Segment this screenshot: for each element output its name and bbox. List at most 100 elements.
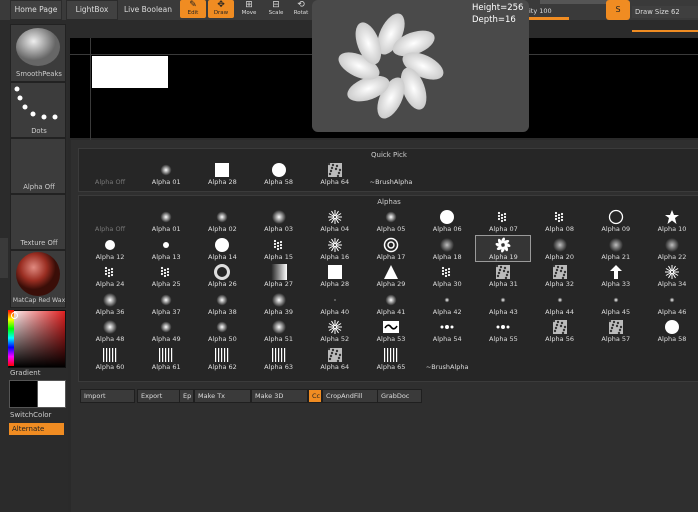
alpha-cell[interactable]: Alpha 64 <box>308 161 362 186</box>
alpha-cell[interactable]: Alpha 06 <box>420 208 474 233</box>
alpha-cell[interactable]: Alpha 53 <box>364 318 418 343</box>
alpha-cell[interactable]: Alpha 62 <box>195 346 249 371</box>
alpha-cell[interactable]: Alpha 58 <box>645 318 698 343</box>
alpha-cell[interactable]: Alpha 63 <box>252 346 306 371</box>
alpha-cell[interactable]: Alpha 52 <box>308 318 362 343</box>
alpha-cell[interactable]: Alpha 57 <box>589 318 643 343</box>
alpha-cell[interactable]: Alpha 51 <box>252 318 306 343</box>
alpha-cell[interactable]: Alpha 37 <box>139 291 193 316</box>
alpha-cell[interactable]: Alpha 03 <box>252 208 306 233</box>
export-button[interactable]: Export <box>137 389 180 403</box>
texture-selector[interactable]: Texture Off <box>10 194 66 250</box>
alpha-cell[interactable]: Alpha 28 <box>308 263 362 288</box>
alpha-cell[interactable]: Alpha 32 <box>533 263 587 288</box>
alpha-cell[interactable]: Alpha 13 <box>139 236 193 261</box>
alpha-cell[interactable]: Alpha 21 <box>589 236 643 261</box>
shelf-collapse-handle[interactable] <box>0 238 8 278</box>
alpha-cell[interactable]: Alpha 45 <box>589 291 643 316</box>
home-page-button[interactable]: Home Page <box>10 0 62 20</box>
scale-button[interactable]: ⊟ Scale <box>263 0 289 18</box>
stroke-selector[interactable]: Dots <box>10 82 66 138</box>
alpha-cell[interactable]: Alpha 30 <box>420 263 474 288</box>
brush-selector[interactable]: SmoothPeaks <box>10 24 66 82</box>
rgb-intensity-slider[interactable]: ity 100 <box>529 6 567 17</box>
rotate-button[interactable]: ⟲ Rotat <box>290 0 312 18</box>
alpha-cell[interactable]: Alpha 18 <box>420 236 474 261</box>
main-color-swatch[interactable] <box>9 380 38 408</box>
lightbox-button[interactable]: LightBox <box>66 0 118 20</box>
alpha-cell[interactable]: Alpha 50 <box>195 318 249 343</box>
move-button[interactable]: ⊞ Move <box>236 0 262 18</box>
ep-button[interactable]: Ep <box>179 389 194 403</box>
alpha-cell[interactable]: Alpha 09 <box>589 208 643 233</box>
live-boolean-button[interactable]: Live Boolean <box>120 0 176 20</box>
alpha-cell[interactable]: Alpha 12 <box>83 236 137 261</box>
zadd-button[interactable]: S <box>606 0 630 20</box>
alpha-cell[interactable]: Alpha 02 <box>195 208 249 233</box>
alpha-cell[interactable]: Alpha 54 <box>420 318 474 343</box>
alpha-cell[interactable]: Alpha 01 <box>139 208 193 233</box>
import-button[interactable]: Import <box>80 389 135 403</box>
alternate-button[interactable]: Alternate <box>9 423 64 435</box>
secondary-color-swatch[interactable] <box>37 380 66 408</box>
alpha-cell[interactable]: ~BrushAlpha <box>364 161 418 186</box>
alpha-cell[interactable]: Alpha Off <box>83 208 137 233</box>
alpha-cell[interactable]: Alpha 58 <box>252 161 306 186</box>
draw-button[interactable]: ✥ Draw <box>208 0 234 18</box>
alpha-cell[interactable]: Alpha Off <box>83 161 137 186</box>
alpha-cell[interactable]: Alpha 14 <box>195 236 249 261</box>
z-intensity-slider[interactable] <box>540 0 608 4</box>
alpha-cell[interactable]: Alpha 64 <box>308 346 362 371</box>
alpha-cell[interactable]: Alpha 46 <box>645 291 698 316</box>
draw-size-slider[interactable]: Draw Size 62 <box>632 6 698 18</box>
alpha-cell[interactable]: Alpha 34 <box>645 263 698 288</box>
cc-button[interactable]: Cc <box>308 389 322 403</box>
make-tx-button[interactable]: Make Tx <box>194 389 251 403</box>
alpha-cell[interactable]: Alpha 56 <box>533 318 587 343</box>
alpha-cell[interactable]: Alpha 38 <box>195 291 249 316</box>
alpha-cell[interactable]: Alpha 27 <box>252 263 306 288</box>
alpha-cell[interactable]: Alpha 31 <box>476 263 530 288</box>
alpha-cell[interactable]: Alpha 10 <box>645 208 698 233</box>
alpha-cell[interactable]: Alpha 48 <box>83 318 137 343</box>
alpha-cell[interactable]: Alpha 42 <box>420 291 474 316</box>
make-3d-button[interactable]: Make 3D <box>251 389 308 403</box>
alpha-cell[interactable]: Alpha 55 <box>476 318 530 343</box>
alpha-cell[interactable]: Alpha 44 <box>533 291 587 316</box>
switch-color-button[interactable]: SwitchColor <box>10 411 51 419</box>
alpha-cell[interactable]: Alpha 01 <box>139 161 193 186</box>
alpha-cell[interactable]: Alpha 65 <box>364 346 418 371</box>
alpha-cell[interactable]: ~BrushAlpha <box>420 346 474 371</box>
alpha-cell[interactable]: Alpha 05 <box>364 208 418 233</box>
alpha-cell[interactable]: Alpha 24 <box>83 263 137 288</box>
alpha-cell[interactable]: Alpha 36 <box>83 291 137 316</box>
alpha-cell[interactable]: Alpha 49 <box>139 318 193 343</box>
alpha-cell[interactable]: Alpha 61 <box>139 346 193 371</box>
material-selector[interactable]: MatCap Red Wax <box>10 250 66 308</box>
edit-button[interactable]: ✎ Edit <box>180 0 206 18</box>
alpha-cell[interactable]: Alpha 29 <box>364 263 418 288</box>
alpha-selector[interactable]: Alpha Off <box>10 138 66 194</box>
alpha-cell[interactable]: Alpha 20 <box>533 236 587 261</box>
alpha-cell[interactable]: Alpha 22 <box>645 236 698 261</box>
alpha-cell[interactable]: Alpha 26 <box>195 263 249 288</box>
color-cursor-icon[interactable] <box>11 312 18 319</box>
alpha-cell[interactable]: Alpha 60 <box>83 346 137 371</box>
grab-doc-button[interactable]: GrabDoc <box>377 389 422 403</box>
alpha-cell[interactable]: Alpha 17 <box>364 236 418 261</box>
alpha-cell[interactable]: Alpha 41 <box>364 291 418 316</box>
alpha-cell[interactable]: Alpha 08 <box>533 208 587 233</box>
alpha-cell[interactable]: Alpha 07 <box>476 208 530 233</box>
alpha-cell[interactable]: Alpha 43 <box>476 291 530 316</box>
alpha-cell[interactable]: Alpha 28 <box>195 161 249 186</box>
alpha-cell[interactable]: Alpha 15 <box>252 236 306 261</box>
alpha-cell[interactable]: Alpha 25 <box>139 263 193 288</box>
alpha-cell[interactable]: Alpha 40 <box>308 291 362 316</box>
alpha-cell[interactable]: Alpha 39 <box>252 291 306 316</box>
alpha-cell[interactable]: Alpha 33 <box>589 263 643 288</box>
alpha-cell[interactable]: Alpha 04 <box>308 208 362 233</box>
alpha-cell[interactable]: Alpha 19 <box>475 234 532 262</box>
alpha-cell[interactable]: Alpha 16 <box>308 236 362 261</box>
color-picker[interactable] <box>8 310 66 368</box>
crop-and-fill-button[interactable]: CropAndFill <box>322 389 379 403</box>
